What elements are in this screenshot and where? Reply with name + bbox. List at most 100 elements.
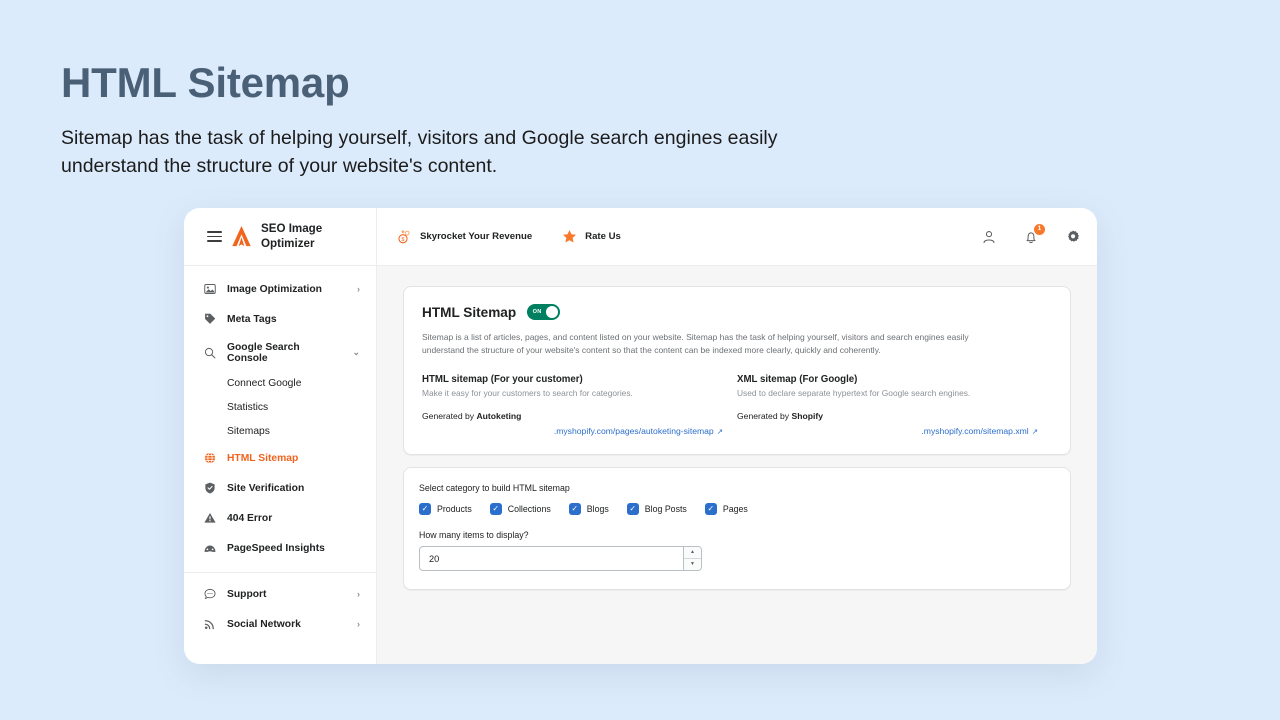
info-card-title: HTML Sitemap (422, 304, 517, 320)
sidebar-subitem-connect-google[interactable]: Connect Google (184, 371, 376, 395)
html-sitemap-column: HTML sitemap (For your customer) Make it… (422, 374, 737, 436)
sidebar-item-html-sitemap[interactable]: HTML Sitemap (184, 443, 376, 473)
settings-gear-icon[interactable] (1065, 229, 1081, 245)
info-card-description: Sitemap is a list of articles, pages, an… (422, 332, 969, 356)
checkmark-icon: ✓ (704, 503, 717, 516)
xml-sitemap-link[interactable]: .myshopify.com/sitemap.xml ↗ (737, 426, 1038, 436)
sidebar-label: Image Optimization (227, 283, 322, 295)
sidebar-label: HTML Sitemap (227, 452, 299, 464)
sidebar-item-404-error[interactable]: 404 Error (184, 503, 376, 533)
generated-by-line: Generated by Shopify (737, 411, 1038, 421)
page-title: HTML Sitemap (61, 59, 350, 106)
external-link-icon: ↗ (1031, 426, 1038, 436)
category-select-card: Select category to build HTML sitemap ✓ … (403, 467, 1071, 591)
checkbox-products[interactable]: ✓ Products (419, 503, 472, 516)
promo-skyrocket-label: Skyrocket Your Revenue (420, 231, 533, 242)
chevron-right-icon: › (357, 283, 360, 294)
chevron-up-icon[interactable]: ▲ (684, 547, 701, 560)
sidebar-divider (184, 572, 376, 573)
main-content: HTML Sitemap ON Sitemap is a list of art… (377, 266, 1097, 664)
speedometer-icon (202, 541, 217, 556)
checkmark-icon: ✓ (489, 503, 502, 516)
checkbox-label: Blogs (586, 504, 609, 515)
globe-icon (202, 451, 217, 466)
search-icon (202, 345, 217, 360)
checkbox-label: Blog Posts (644, 504, 687, 515)
warning-triangle-icon (202, 511, 217, 526)
category-checkbox-row: ✓ Products ✓ Collections ✓ Blogs ✓ Blog … (419, 503, 1055, 516)
sidebar-item-pagespeed-insights[interactable]: PageSpeed Insights (184, 533, 376, 563)
star-icon (563, 230, 577, 243)
items-count-input[interactable] (420, 553, 683, 564)
image-icon (202, 282, 217, 297)
xml-sitemap-column: XML sitemap (For Google) Used to declare… (737, 374, 1052, 436)
sidebar-item-meta-tags[interactable]: Meta Tags (184, 304, 376, 334)
chevron-down-icon[interactable]: ▼ (684, 559, 701, 571)
sidebar-item-support[interactable]: Support › (184, 579, 376, 609)
topbar-icon-group: 1 (981, 223, 1081, 245)
sidebar-label: Google Search Console (227, 341, 300, 364)
checkbox-blog-posts[interactable]: ✓ Blog Posts (626, 503, 687, 516)
promo-rate-us[interactable]: Rate Us (562, 229, 621, 244)
sidebar-item-site-verification[interactable]: Site Verification (184, 473, 376, 503)
app-window: SEO Image Optimizer $ Skyrocket Your Rev… (184, 208, 1097, 664)
checkbox-blogs[interactable]: ✓ Blogs (568, 503, 609, 516)
autoketing-a-logo (232, 226, 251, 247)
promo-skyrocket-revenue[interactable]: $ Skyrocket Your Revenue (397, 229, 532, 244)
sidebar-label: PageSpeed Insights (227, 542, 325, 554)
column-subtitle: Used to declare separate hypertext for G… (737, 388, 971, 399)
promo-rate-us-label: Rate Us (585, 231, 621, 242)
items-count-field[interactable]: ▲ ▼ (419, 546, 702, 572)
column-subtitle: Make it easy for your customers to searc… (422, 388, 633, 399)
html-sitemap-toggle[interactable]: ON (527, 304, 561, 320)
chat-bubble-icon (202, 587, 217, 602)
sidebar-item-google-search-console[interactable]: Google Search Console ⌄ (184, 334, 376, 371)
checkbox-label: Collections (507, 504, 551, 515)
number-spinner: ▲ ▼ (683, 547, 701, 571)
sidebar-label: Social Network (227, 618, 301, 630)
page-root: HTML Sitemap Sitemap has the task of hel… (0, 0, 1280, 720)
checkbox-collections[interactable]: ✓ Collections (489, 503, 551, 516)
column-title: HTML sitemap (For your customer) (422, 374, 583, 386)
sidebar-label: Support (227, 588, 267, 600)
topbar-actions-area: $ Skyrocket Your Revenue Rate Us 1 (377, 208, 1097, 265)
toggle-knob (546, 306, 559, 318)
generated-by-line: Generated by Autoketing (422, 411, 723, 421)
brand-name: SEO Image Optimizer (261, 222, 323, 250)
column-title: XML sitemap (For Google) (737, 374, 858, 386)
sidebar-item-social-network[interactable]: Social Network › (184, 609, 376, 639)
coin-icon: $ (398, 230, 410, 244)
account-icon[interactable] (981, 229, 997, 245)
hamburger-icon[interactable] (207, 231, 222, 242)
sidebar-label: Meta Tags (227, 313, 277, 325)
sidebar-label: Site Verification (227, 482, 305, 494)
link-text: .myshopify.com/pages/autoketing-sitemap (553, 426, 714, 437)
notification-badge: 1 (1034, 223, 1045, 235)
sitemap-columns: HTML sitemap (For your customer) Make it… (422, 374, 1052, 436)
generated-by-value: Autoketing (476, 411, 522, 422)
sidebar-subitem-sitemaps[interactable]: Sitemaps (184, 419, 376, 443)
html-sitemap-link[interactable]: .myshopify.com/pages/autoketing-sitemap … (422, 426, 723, 436)
checkmark-icon: ✓ (419, 503, 431, 516)
external-link-icon: ↗ (716, 426, 723, 436)
toggle-state-label: ON (532, 309, 542, 315)
notification-bell-icon[interactable]: 1 (1023, 223, 1045, 245)
checkbox-label: Products (437, 504, 472, 515)
html-sitemap-info-card: HTML Sitemap ON Sitemap is a list of art… (403, 286, 1071, 456)
shield-check-icon (202, 481, 217, 496)
tag-icon (202, 312, 217, 327)
sidebar-item-image-optimization[interactable]: Image Optimization › (184, 274, 376, 304)
app-topbar: SEO Image Optimizer $ Skyrocket Your Rev… (184, 208, 1097, 266)
generated-prefix: Generated by (422, 411, 477, 422)
chevron-right-icon: › (357, 618, 360, 629)
link-text: .myshopify.com/sitemap.xml (921, 426, 1029, 437)
checkmark-icon: ✓ (626, 503, 639, 516)
checkbox-pages[interactable]: ✓ Pages (704, 503, 748, 516)
generated-by-value: Shopify (791, 411, 823, 422)
checkbox-label: Pages (722, 504, 748, 515)
page-subtitle: Sitemap has the task of helping yourself… (61, 127, 778, 177)
chevron-right-icon: › (357, 588, 360, 599)
sidebar-label: 404 Error (227, 512, 273, 524)
hero-heading-block: HTML Sitemap Sitemap has the task of hel… (61, 59, 851, 181)
sidebar-subitem-statistics[interactable]: Statistics (184, 395, 376, 419)
